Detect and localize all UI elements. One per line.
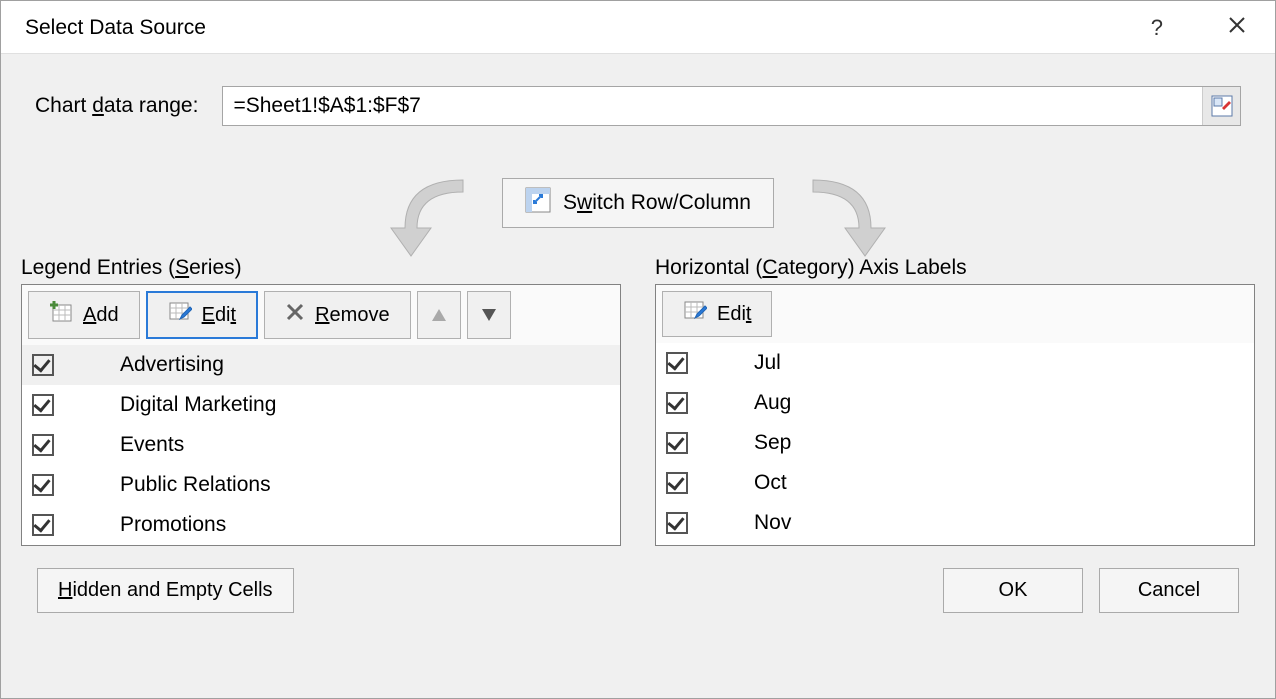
checkbox[interactable] — [32, 434, 54, 456]
list-item[interactable]: Promotions — [22, 505, 620, 545]
help-icon[interactable]: ? — [1151, 15, 1163, 41]
list-item[interactable]: Aug — [656, 383, 1254, 423]
chart-data-range-field[interactable] — [222, 86, 1241, 126]
list-item-label: Nov — [754, 511, 791, 535]
list-item[interactable]: Oct — [656, 463, 1254, 503]
hidden-empty-cells-button[interactable]: Hidden and Empty Cells — [37, 568, 294, 613]
list-item[interactable]: Jul — [656, 343, 1254, 383]
move-up-button[interactable] — [417, 291, 461, 339]
chart-data-range-input[interactable] — [223, 88, 1202, 124]
list-item[interactable]: Nov — [656, 503, 1254, 543]
chart-data-range-label: Chart data range: — [35, 94, 198, 118]
checkbox[interactable] — [666, 352, 688, 374]
checkbox[interactable] — [666, 472, 688, 494]
dialog-title: Select Data Source — [25, 16, 1151, 40]
categories-list[interactable]: Jul Aug Sep Oct Nov — [656, 343, 1254, 543]
list-item[interactable]: Digital Marketing — [22, 385, 620, 425]
edit-series-button[interactable]: Edit — [146, 291, 258, 339]
list-item-label: Aug — [754, 391, 791, 415]
arrow-right-icon — [791, 174, 911, 262]
checkbox[interactable] — [666, 392, 688, 414]
list-item[interactable]: Events — [22, 425, 620, 465]
switch-icon — [525, 187, 551, 219]
add-series-button[interactable]: Add — [28, 291, 140, 339]
checkbox[interactable] — [32, 354, 54, 376]
arrow-left-icon — [365, 174, 485, 262]
move-down-button[interactable] — [467, 291, 511, 339]
list-item-label: Advertising — [120, 353, 224, 377]
edit-icon — [168, 301, 192, 329]
ok-button[interactable]: OK — [943, 568, 1083, 613]
edit-icon — [683, 300, 707, 328]
chevron-down-icon — [482, 309, 496, 321]
list-item-label: Oct — [754, 471, 787, 495]
checkbox[interactable] — [32, 514, 54, 536]
list-item[interactable]: Public Relations — [22, 465, 620, 505]
select-data-source-dialog: Select Data Source ? Chart data range: — [0, 0, 1276, 699]
range-picker-icon[interactable] — [1202, 87, 1240, 125]
list-item[interactable]: Sep — [656, 423, 1254, 463]
cancel-button[interactable]: Cancel — [1099, 568, 1239, 613]
checkbox[interactable] — [32, 394, 54, 416]
switch-row-column-button[interactable]: Switch Row/Column — [502, 178, 774, 228]
remove-icon — [285, 302, 305, 328]
list-item-label: Events — [120, 433, 184, 457]
list-item-label: Public Relations — [120, 473, 271, 497]
category-axis-labels-label: Horizontal (Category) Axis Labels — [655, 256, 1255, 280]
legend-entries-label: Legend Entries (Series) — [21, 256, 621, 280]
categories-panel: Edit Jul Aug Sep Oct Nov — [655, 284, 1255, 546]
checkbox[interactable] — [666, 512, 688, 534]
checkbox[interactable] — [666, 432, 688, 454]
chevron-up-icon — [432, 309, 446, 321]
list-item-label: Sep — [754, 431, 791, 455]
add-icon — [49, 301, 73, 329]
close-icon[interactable] — [1219, 11, 1255, 45]
list-item-label: Jul — [754, 351, 781, 375]
list-item-label: Promotions — [120, 513, 226, 537]
categories-toolbar: Edit — [656, 285, 1254, 343]
edit-categories-button[interactable]: Edit — [662, 291, 772, 337]
remove-series-button[interactable]: Remove — [264, 291, 410, 339]
series-toolbar: Add Edit Remove — [22, 285, 620, 345]
checkbox[interactable] — [32, 474, 54, 496]
list-item-label: Digital Marketing — [120, 393, 276, 417]
series-panel: Add Edit Remove — [21, 284, 621, 546]
list-item[interactable]: Advertising — [22, 345, 620, 385]
titlebar: Select Data Source ? — [1, 1, 1275, 54]
series-list[interactable]: Advertising Digital Marketing Events Public… — [22, 345, 620, 545]
